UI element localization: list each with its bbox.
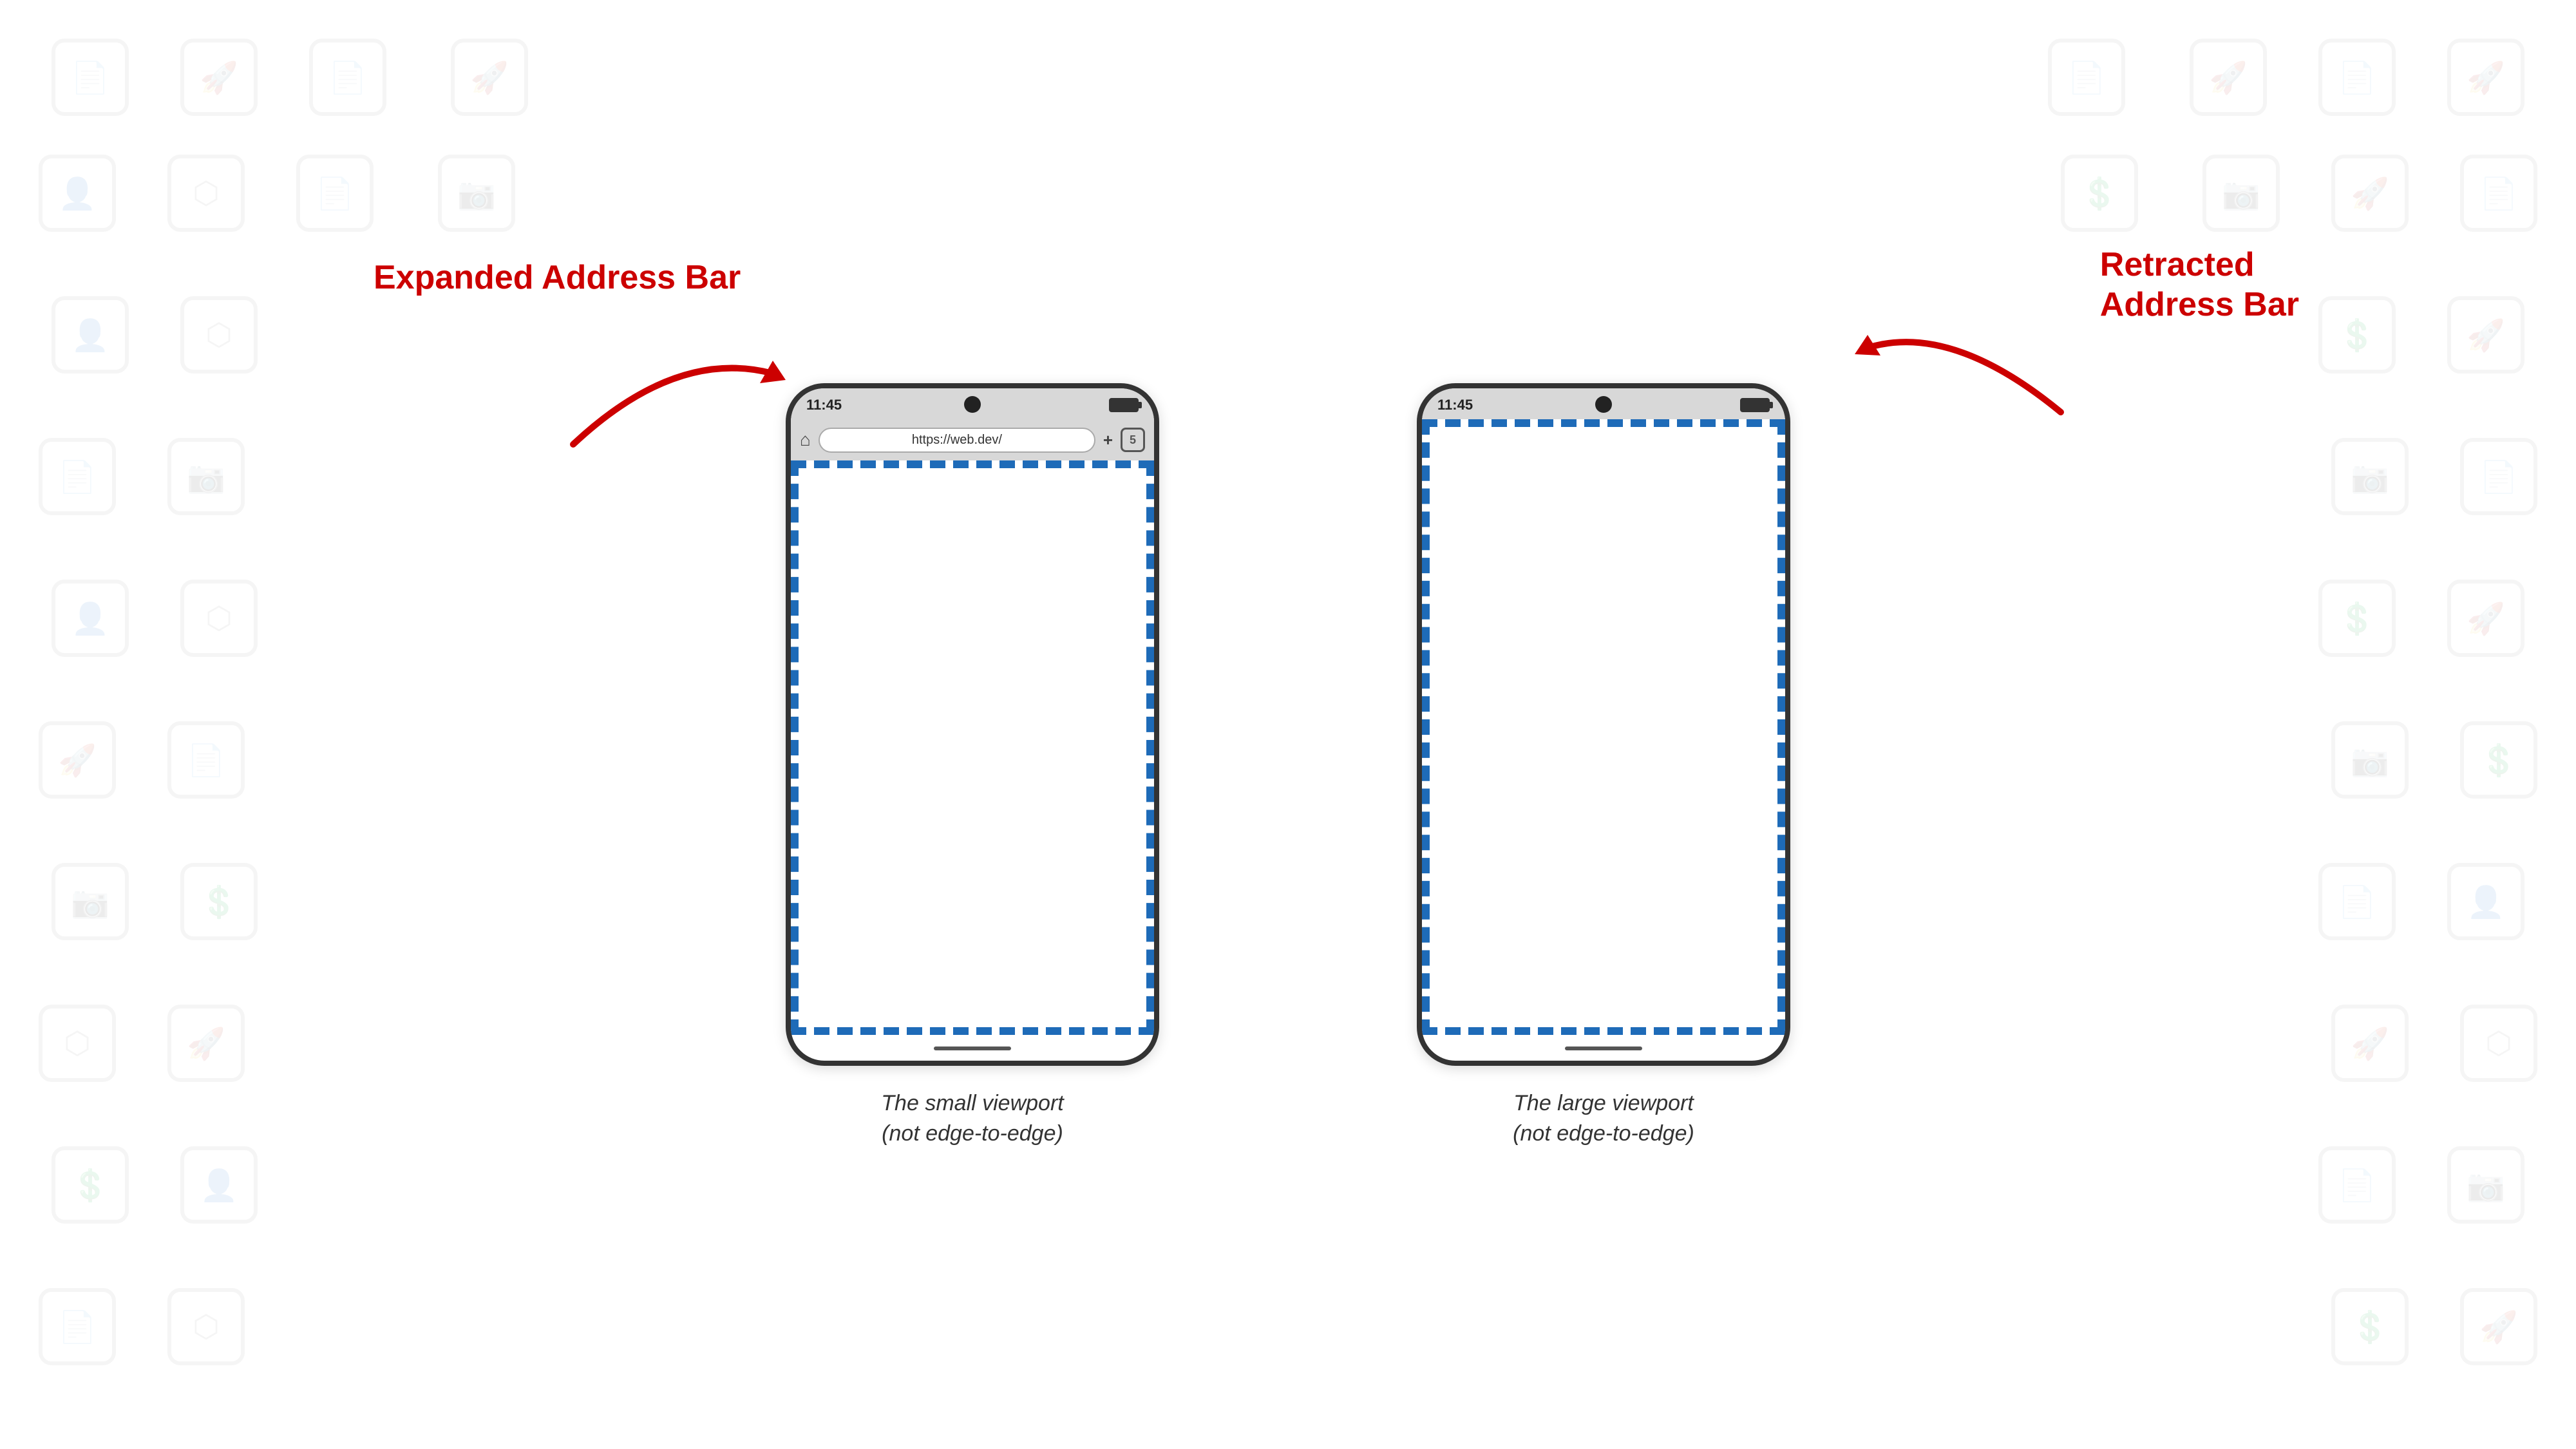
right-status-bar: 11:45 xyxy=(1422,388,1785,419)
battery-icon xyxy=(1109,398,1139,412)
right-battery-icon xyxy=(1740,398,1770,412)
add-tab-icon[interactable]: + xyxy=(1103,430,1113,450)
right-phone-mockup: 11:45 xyxy=(1417,383,1790,1066)
right-home-indicator xyxy=(1565,1046,1642,1050)
left-viewport-dashed xyxy=(791,460,1154,1035)
left-phone-time: 11:45 xyxy=(806,397,842,413)
right-phone-camera xyxy=(1595,396,1612,413)
right-phone-caption: The large viewport (not edge-to-edge) xyxy=(1513,1088,1694,1150)
left-status-bar: 11:45 xyxy=(791,388,1154,419)
tabs-button[interactable]: 5 xyxy=(1121,428,1145,452)
right-phone-container: 11:45 The large viewport (not edge-to-ed… xyxy=(1417,383,1790,1066)
left-annotation: Expanded Address Bar xyxy=(374,258,741,298)
left-phone-battery xyxy=(1109,398,1139,412)
left-home-indicator xyxy=(934,1046,1011,1050)
right-phone-battery xyxy=(1740,398,1770,412)
left-arrow xyxy=(560,296,792,464)
home-icon[interactable]: ⌂ xyxy=(800,430,811,450)
url-input[interactable]: https://web.dev/ xyxy=(819,428,1095,453)
left-phone-container: 11:45 ⌂ https://web.dev/ + 5 xyxy=(786,383,1159,1066)
left-phone-mockup: 11:45 ⌂ https://web.dev/ + 5 xyxy=(786,383,1159,1066)
left-phone-camera xyxy=(964,396,981,413)
right-annotation: RetractedAddress Bar xyxy=(2100,245,2299,325)
right-arrow xyxy=(1848,283,2067,425)
right-phone-time: 11:45 xyxy=(1437,397,1473,413)
left-address-bar: ⌂ https://web.dev/ + 5 xyxy=(791,419,1154,460)
right-viewport-dashed xyxy=(1422,419,1785,1035)
left-phone-caption: The small viewport (not edge-to-edge) xyxy=(881,1088,1063,1150)
